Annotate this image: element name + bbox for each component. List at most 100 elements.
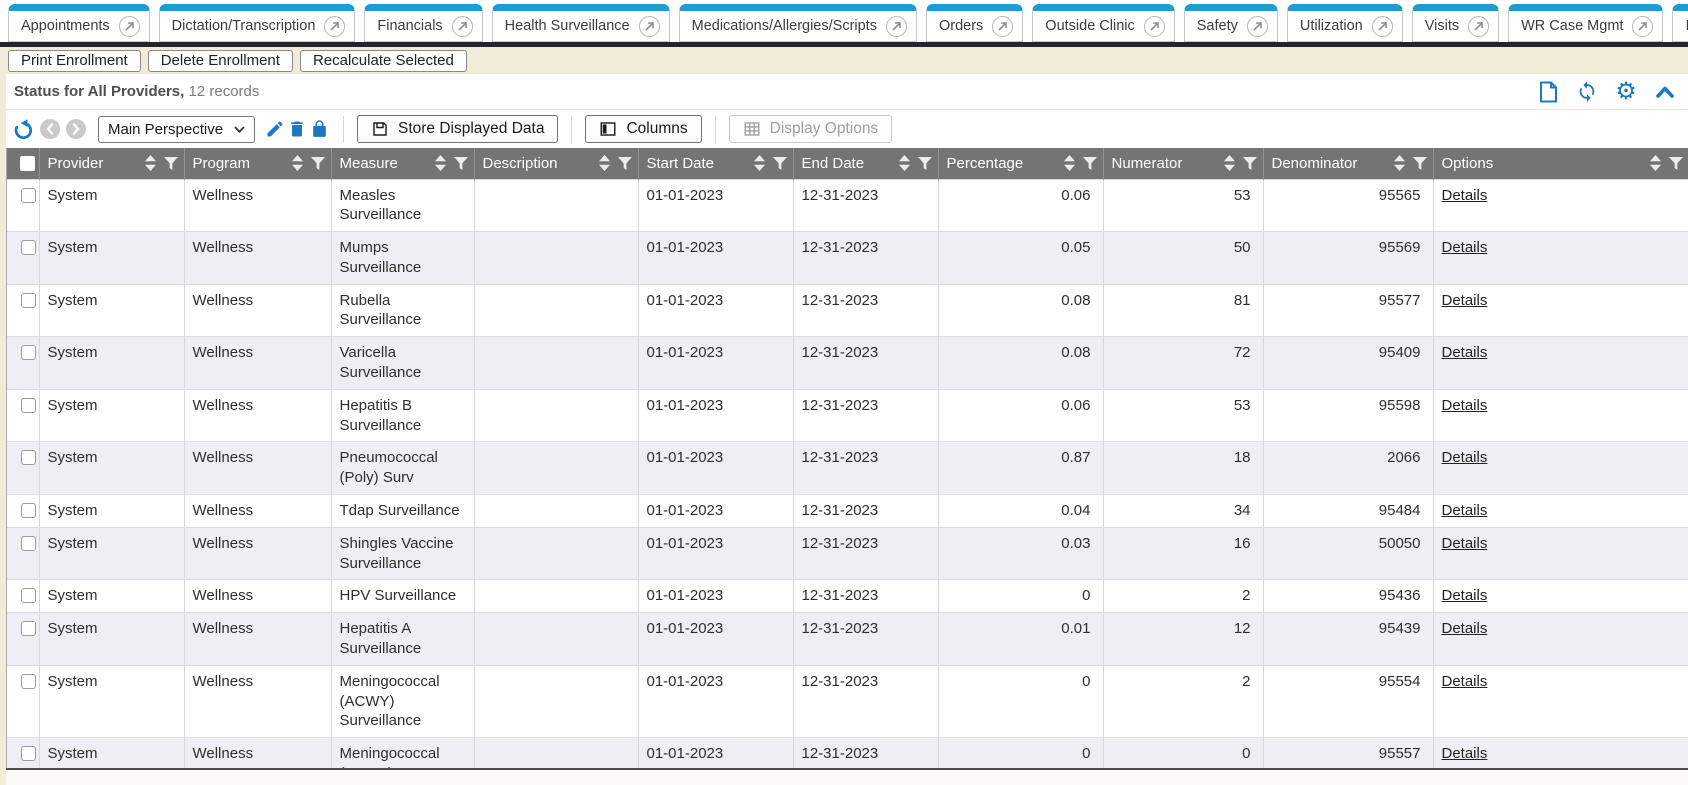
header-options[interactable]: Options xyxy=(1433,148,1688,179)
filter-funnel-icon[interactable] xyxy=(311,157,325,170)
tab[interactable]: Dictation/Transcription xyxy=(159,4,356,42)
collapse-chevron-up-icon[interactable] xyxy=(1654,81,1676,103)
filter-funnel-icon[interactable] xyxy=(1083,157,1097,170)
row-checkbox[interactable] xyxy=(21,293,36,308)
sort-icon[interactable] xyxy=(1224,155,1235,171)
open-in-new-icon[interactable] xyxy=(324,16,345,37)
perspective-select[interactable]: Main Perspective xyxy=(98,116,255,143)
filter-funnel-icon[interactable] xyxy=(773,157,787,170)
details-link[interactable]: Details xyxy=(1442,535,1488,552)
sort-icon[interactable] xyxy=(1394,155,1405,171)
open-in-new-icon[interactable] xyxy=(119,16,140,37)
sort-icon[interactable] xyxy=(899,155,910,171)
sort-icon[interactable] xyxy=(754,155,765,171)
tab[interactable]: Outside Clinic xyxy=(1032,4,1174,42)
details-link[interactable]: Details xyxy=(1442,620,1488,637)
columns-button[interactable]: Columns xyxy=(585,115,701,143)
details-link[interactable]: Details xyxy=(1442,344,1488,361)
sort-icon[interactable] xyxy=(1064,155,1075,171)
row-checkbox[interactable] xyxy=(21,398,36,413)
cell-start-date: 01-01-2023 xyxy=(638,389,793,442)
sort-icon[interactable] xyxy=(599,155,610,171)
header-denominator[interactable]: Denominator xyxy=(1263,148,1433,179)
filter-funnel-icon[interactable] xyxy=(1413,157,1427,170)
open-in-new-icon[interactable] xyxy=(452,16,473,37)
filter-funnel-icon[interactable] xyxy=(1669,157,1683,170)
open-in-new-icon[interactable] xyxy=(992,16,1013,37)
sort-icon[interactable] xyxy=(1650,155,1661,171)
header-program[interactable]: Program xyxy=(184,148,331,179)
header-description[interactable]: Description xyxy=(474,148,638,179)
header-provider[interactable]: Provider xyxy=(39,148,184,179)
open-in-new-icon[interactable] xyxy=(886,16,907,37)
header-end-date[interactable]: End Date xyxy=(793,148,938,179)
cell-measure: Meningococcal (ACWY) Surveillance xyxy=(331,665,474,737)
filter-funnel-icon[interactable] xyxy=(164,157,178,170)
sort-icon[interactable] xyxy=(145,155,156,171)
back-icon[interactable] xyxy=(40,119,60,139)
row-checkbox[interactable] xyxy=(21,588,36,603)
edit-pencil-icon[interactable] xyxy=(264,118,286,140)
select-all-header[interactable] xyxy=(7,148,39,179)
row-checkbox[interactable] xyxy=(21,536,36,551)
tab[interactable]: Health Surveillance xyxy=(492,4,670,42)
row-checkbox[interactable] xyxy=(21,450,36,465)
select-all-checkbox[interactable] xyxy=(20,156,35,171)
print-enrollment-button[interactable]: Print Enrollment xyxy=(8,50,141,72)
checkbox-cell xyxy=(7,337,39,390)
tab[interactable]: Utilization xyxy=(1287,4,1403,42)
open-in-new-icon[interactable] xyxy=(1372,16,1393,37)
row-checkbox[interactable] xyxy=(21,345,36,360)
details-link[interactable]: Details xyxy=(1442,292,1488,309)
lock-icon[interactable] xyxy=(308,118,330,140)
settings-gear-icon[interactable]: ⚙ xyxy=(1615,81,1637,103)
display-options-button[interactable]: Display Options xyxy=(729,115,893,143)
sort-icon[interactable] xyxy=(435,155,446,171)
open-in-new-icon[interactable] xyxy=(1632,16,1653,37)
open-in-new-icon[interactable] xyxy=(1468,16,1489,37)
open-in-new-icon[interactable] xyxy=(639,16,660,37)
tab[interactable]: Orders xyxy=(926,4,1023,42)
filter-funnel-icon[interactable] xyxy=(618,157,632,170)
details-link[interactable]: Details xyxy=(1442,239,1488,256)
delete-enrollment-button[interactable]: Delete Enrollment xyxy=(148,50,293,72)
details-link[interactable]: Details xyxy=(1442,673,1488,690)
delete-trash-icon[interactable] xyxy=(286,118,308,140)
store-displayed-data-button[interactable]: Store Displayed Data xyxy=(357,115,558,143)
forward-icon[interactable] xyxy=(66,119,86,139)
row-checkbox[interactable] xyxy=(21,621,36,636)
header-numerator[interactable]: Numerator xyxy=(1103,148,1263,179)
row-checkbox[interactable] xyxy=(21,674,36,689)
sort-icon[interactable] xyxy=(292,155,303,171)
new-document-icon[interactable] xyxy=(1537,81,1559,103)
refresh-icon[interactable] xyxy=(1576,81,1598,103)
open-in-new-icon[interactable] xyxy=(1144,16,1165,37)
row-checkbox[interactable] xyxy=(21,746,36,761)
recalculate-selected-button[interactable]: Recalculate Selected xyxy=(300,50,467,72)
undo-icon[interactable] xyxy=(12,118,34,140)
details-link[interactable]: Details xyxy=(1442,745,1488,762)
header-percentage[interactable]: Percentage xyxy=(938,148,1103,179)
tab[interactable]: Safety xyxy=(1184,4,1278,42)
details-link[interactable]: Details xyxy=(1442,587,1488,604)
tab[interactable]: Industrial H xyxy=(1672,4,1688,42)
details-link[interactable]: Details xyxy=(1442,397,1488,414)
header-start-date[interactable]: Start Date xyxy=(638,148,793,179)
tab[interactable]: WR Case Mgmt xyxy=(1508,4,1663,42)
open-in-new-icon[interactable] xyxy=(1247,16,1268,37)
row-checkbox[interactable] xyxy=(21,240,36,255)
details-link[interactable]: Details xyxy=(1442,449,1488,466)
filter-funnel-icon[interactable] xyxy=(454,157,468,170)
tab[interactable]: Appointments xyxy=(8,4,150,42)
details-link[interactable]: Details xyxy=(1442,187,1488,204)
details-link[interactable]: Details xyxy=(1442,502,1488,519)
row-checkbox[interactable] xyxy=(21,503,36,518)
tab[interactable]: Financials xyxy=(364,4,482,42)
header-measure[interactable]: Measure xyxy=(331,148,474,179)
tab[interactable]: Visits xyxy=(1412,4,1499,42)
tab[interactable]: Medications/Allergies/Scripts xyxy=(679,4,917,42)
filter-funnel-icon[interactable] xyxy=(918,157,932,170)
filter-funnel-icon[interactable] xyxy=(1243,157,1257,170)
horizontal-scrollbar[interactable] xyxy=(0,768,1688,785)
row-checkbox[interactable] xyxy=(21,188,36,203)
